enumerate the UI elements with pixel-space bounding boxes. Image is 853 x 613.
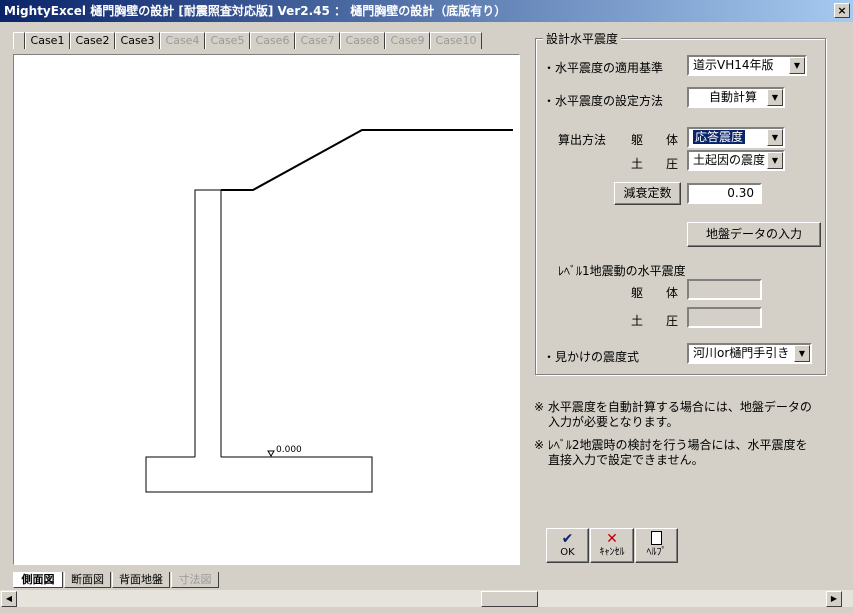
chevron-down-icon[interactable]: ▼: [794, 345, 810, 362]
soil-method-value: 土起因の震度: [693, 153, 766, 167]
window-title: MightyExcel 樋門胸壁の設計 [耐震照査対応版] Ver2.45 ： …: [0, 0, 853, 22]
tab-case1[interactable]: Case1: [25, 32, 70, 49]
method-value: 自動計算: [709, 90, 758, 104]
body-label-1: 躯: [631, 133, 644, 147]
calc-method-label: 算出方法: [558, 133, 607, 147]
note-1-line-2: 入力が必要となります。: [548, 415, 679, 429]
tab-case7[interactable]: Case7: [295, 32, 340, 49]
close-icon: ✕: [606, 531, 618, 547]
level1-body-input[interactable]: [687, 279, 762, 300]
apparent-label: ・見かけの震度式: [543, 350, 640, 364]
tab-case8[interactable]: Case8: [340, 32, 385, 49]
document-icon: [651, 531, 662, 545]
tab-case3[interactable]: Case3: [115, 32, 160, 49]
note-2: ※ ﾚﾍﾞﾙ2地震時の検討を行う場合には、水平震度を 直接入力で設定できません。: [534, 438, 808, 468]
tab-case10[interactable]: Case10: [430, 32, 482, 49]
tab-case4[interactable]: Case4: [160, 32, 205, 49]
ok-label: OK: [560, 547, 575, 558]
standard-select[interactable]: 道示ⅤH14年版 ▼: [687, 55, 807, 76]
drawing-canvas[interactable]: 0.000: [13, 54, 520, 565]
level1-title: ﾚﾍﾞﾙ1地震動の水平震度: [558, 264, 686, 278]
elevation-label: 0.000: [276, 445, 302, 455]
tab-dimension-view[interactable]: 寸法図: [171, 572, 219, 588]
scroll-left-icon[interactable]: ◀: [1, 591, 17, 607]
tab-case6[interactable]: Case6: [250, 32, 295, 49]
damping-input[interactable]: 0.30: [687, 183, 762, 204]
wall-side-drawing: [145, 129, 513, 493]
body-method-value: 応答震度: [693, 130, 746, 144]
apparent-value: 河川or樋門手引き: [693, 346, 790, 360]
tab-case5[interactable]: Case5: [205, 32, 250, 49]
cancel-button[interactable]: ✕ ｷｬﾝｾﾙ: [590, 528, 634, 563]
tab-section-view[interactable]: 断面図: [64, 572, 111, 588]
chevron-down-icon[interactable]: ▼: [767, 152, 783, 169]
chevron-down-icon[interactable]: ▼: [767, 89, 783, 106]
scroll-thumb[interactable]: [481, 591, 538, 607]
ok-button[interactable]: ✔ OK: [546, 528, 589, 563]
soil-label-1: 土: [631, 157, 644, 171]
cancel-label: ｷｬﾝｾﾙ: [599, 547, 625, 558]
damping-button[interactable]: 減衰定数: [614, 182, 681, 205]
body-label-2: 体: [666, 133, 679, 147]
note-2-line-1: ※ ﾚﾍﾞﾙ2地震時の検討を行う場合には、水平震度を: [534, 438, 808, 452]
soil-label-2: 圧: [666, 157, 679, 171]
standard-value: 道示ⅤH14年版: [693, 58, 774, 72]
checkmark-icon: ✔: [561, 531, 574, 547]
level1-soil-input[interactable]: [687, 307, 762, 328]
level1-body-label-1: 躯: [631, 286, 644, 300]
note-1-line-1: ※ 水平震度を自動計算する場合には、地盤データの: [534, 400, 812, 414]
note-1: ※ 水平震度を自動計算する場合には、地盤データの 入力が必要となります。: [534, 400, 812, 430]
help-button[interactable]: ﾍﾙﾌﾟ: [635, 528, 678, 563]
ground-data-button[interactable]: 地盤データの入力: [687, 222, 821, 247]
tab-case9[interactable]: Case9: [385, 32, 430, 49]
method-select[interactable]: 自動計算 ▼: [687, 87, 785, 108]
apparent-select[interactable]: 河川or樋門手引き ▼: [687, 343, 812, 364]
horizontal-scrollbar[interactable]: ◀ ▶: [0, 590, 853, 607]
level1-soil-label-1: 土: [631, 314, 644, 328]
level1-soil-label-2: 圧: [666, 314, 679, 328]
note-2-line-2: 直接入力で設定できません。: [548, 453, 704, 467]
standard-label: ・水平震度の適用基準: [543, 61, 664, 75]
chevron-down-icon[interactable]: ▼: [789, 57, 805, 74]
soil-method-select[interactable]: 土起因の震度 ▼: [687, 150, 785, 171]
tab-back-ground[interactable]: 背面地盤: [112, 572, 170, 588]
close-button[interactable]: ×: [834, 3, 850, 18]
level1-body-label-2: 体: [666, 286, 679, 300]
help-label: ﾍﾙﾌﾟ: [646, 547, 667, 558]
method-label: ・水平震度の設定方法: [543, 94, 664, 108]
tab-side-view[interactable]: 側面図: [13, 572, 63, 588]
chevron-down-icon[interactable]: ▼: [767, 129, 783, 146]
tab-spacer: [13, 32, 25, 49]
scroll-right-icon[interactable]: ▶: [826, 591, 842, 607]
body-method-select[interactable]: 応答震度 ▼: [687, 127, 785, 148]
tab-case2[interactable]: Case2: [70, 32, 115, 49]
seismic-group-title: 設計水平震度: [543, 30, 622, 47]
